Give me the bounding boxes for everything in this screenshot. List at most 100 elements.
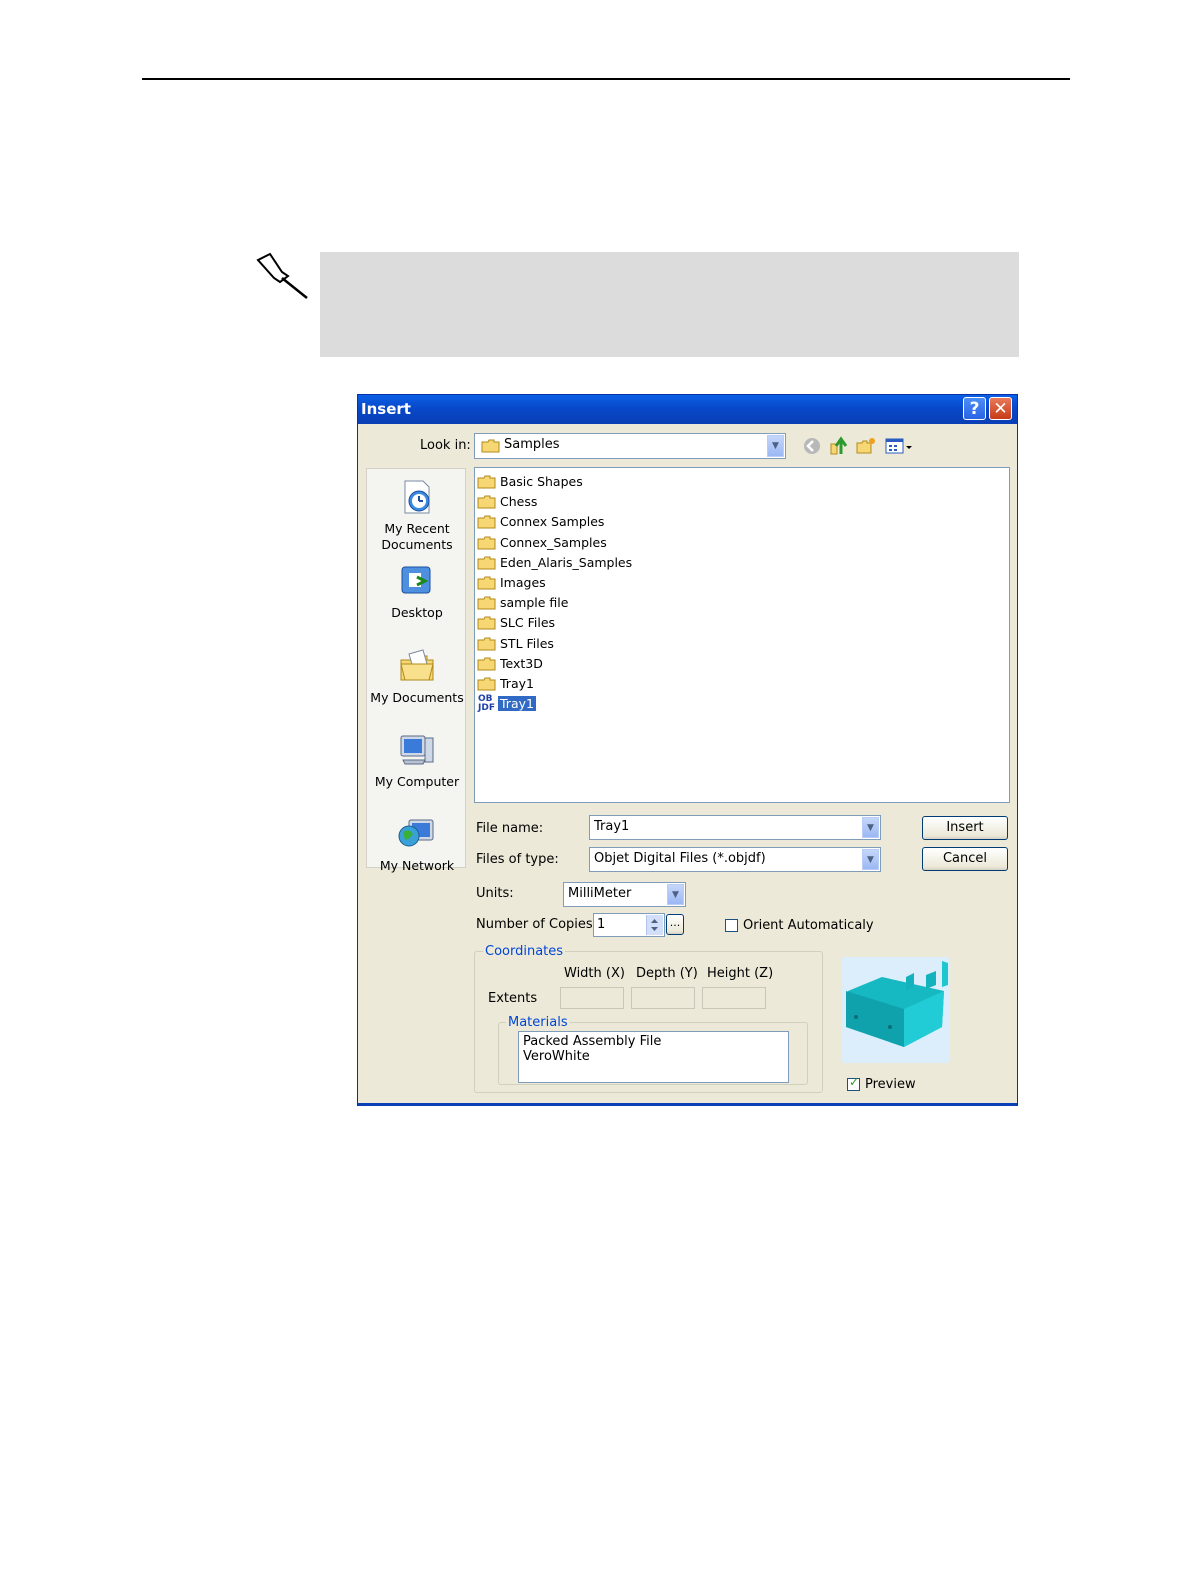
files-of-type-select[interactable]: Objet Digital Files (*.objdf) ▼	[589, 847, 881, 872]
cancel-button[interactable]: Cancel	[922, 847, 1008, 871]
place-label: My Documents	[370, 690, 464, 705]
place-my-recent-documents[interactable]: My Recent Documents	[367, 477, 467, 553]
close-button[interactable]: ✕	[989, 397, 1012, 420]
coordinates-title: Coordinates	[483, 944, 566, 959]
help-button[interactable]: ?	[963, 397, 986, 420]
desktop-icon	[401, 566, 431, 594]
file-name: STL Files	[500, 635, 554, 651]
folder-icon	[477, 596, 496, 610]
chevron-down-icon[interactable]: ▼	[767, 435, 784, 457]
place-label: My Computer	[374, 774, 460, 789]
place-my-computer[interactable]: My Computer	[367, 730, 467, 790]
dialog-bottom-edge	[358, 1103, 1017, 1106]
look-in-label: Look in:	[420, 438, 471, 453]
my-network-icon	[398, 819, 434, 847]
place-desktop[interactable]: Desktop	[367, 561, 467, 621]
folder-icon	[477, 657, 496, 671]
insert-button[interactable]: Insert	[922, 816, 1008, 840]
file-name: SLC Files	[500, 615, 556, 631]
chevron-down-icon[interactable]: ▼	[667, 884, 684, 905]
model-preview-icon	[846, 961, 948, 1047]
model-preview-image	[842, 957, 950, 1063]
folder-icon	[477, 677, 496, 691]
folder-icon	[477, 556, 496, 570]
place-label: Desktop	[391, 605, 443, 620]
copies-value: 1	[597, 917, 606, 932]
up-folder-icon[interactable]	[829, 436, 849, 456]
units-label: Units:	[476, 886, 514, 901]
file-list-item[interactable]: Images	[477, 574, 777, 592]
view-menu-icon[interactable]	[885, 436, 913, 456]
file-list-item[interactable]: Chess	[477, 493, 777, 511]
file-name-field[interactable]: Tray1 ▼	[589, 815, 881, 840]
pushpin-note-icon	[256, 252, 308, 299]
place-my-network[interactable]: My Network	[367, 814, 467, 874]
materials-title: Materials	[506, 1015, 570, 1030]
extent-depth-field	[631, 987, 695, 1009]
chevron-down-icon[interactable]: ▼	[862, 849, 879, 870]
look-in-select[interactable]: Samples ▼	[474, 433, 786, 459]
place-label: Documents	[381, 537, 453, 552]
folder-icon	[477, 576, 496, 590]
width-label: Width (X)	[564, 966, 625, 981]
place-my-documents[interactable]: My Documents	[367, 646, 467, 706]
file-list-item[interactable]: STL Files	[477, 635, 777, 653]
units-value: MilliMeter	[568, 886, 632, 901]
extent-height-field	[702, 987, 766, 1009]
material-item: VeroWhite	[523, 1049, 590, 1064]
extent-width-field	[560, 987, 624, 1009]
page-header-rule	[142, 78, 1070, 80]
material-item: Packed Assembly File	[523, 1034, 662, 1049]
dialog-titlebar[interactable]: Insert ? ✕	[358, 395, 1017, 424]
folder-icon	[477, 495, 496, 509]
file-list[interactable]: Basic Shapes Chess Connex Samples Connex_Sa…	[474, 467, 1010, 803]
folder-icon	[477, 616, 496, 630]
copies-more-button[interactable]: ...	[666, 914, 684, 935]
folder-icon	[477, 536, 496, 550]
new-folder-icon[interactable]	[856, 436, 876, 456]
objdf-file-icon: OB JDF	[478, 694, 495, 714]
folder-icon	[477, 515, 496, 529]
look-in-value: Samples	[504, 437, 560, 452]
file-list-item[interactable]: Eden_Alaris_Samples	[477, 554, 777, 572]
folder-icon	[481, 439, 500, 453]
chevron-down-icon[interactable]: ▼	[862, 817, 879, 838]
file-name: Text3D	[500, 655, 543, 671]
file-list-item[interactable]: SLC Files	[477, 614, 777, 632]
file-list-item[interactable]: Basic Shapes	[477, 473, 777, 491]
check-icon: ✓	[849, 1075, 860, 1089]
folder-icon	[477, 475, 496, 489]
files-of-type-value: Objet Digital Files (*.objdf)	[594, 851, 766, 866]
place-label: My Network	[379, 858, 455, 873]
file-list-item[interactable]: Connex_Samples	[477, 534, 777, 552]
units-select[interactable]: MilliMeter ▼	[563, 882, 686, 907]
orient-checkbox[interactable]	[725, 919, 738, 932]
depth-label: Depth (Y)	[636, 966, 698, 981]
places-bar: My Recent Documents Desktop My Documents	[366, 468, 467, 873]
file-list-item[interactable]: OB JDF Tray1	[477, 695, 777, 713]
file-name: Images	[500, 575, 546, 590]
files-of-type-label: Files of type:	[476, 852, 559, 867]
file-list-item[interactable]: Connex Samples	[477, 513, 777, 531]
file-list-item[interactable]: sample file	[477, 594, 777, 612]
materials-list[interactable]: Packed Assembly File VeroWhite	[518, 1031, 789, 1083]
place-label: My Recent	[384, 521, 450, 536]
spin-arrows-icon[interactable]	[646, 915, 663, 935]
file-name: Connex Samples	[500, 514, 605, 530]
note-box	[320, 252, 1019, 357]
copies-stepper[interactable]: 1	[593, 913, 665, 937]
back-icon[interactable]	[802, 436, 822, 456]
file-list-item[interactable]: Tray1	[477, 675, 777, 693]
file-name: sample file	[500, 595, 569, 611]
file-name-label: File name:	[476, 821, 544, 836]
file-name: Connex_Samples	[500, 534, 607, 550]
preview-checkbox[interactable]: ✓	[847, 1075, 860, 1091]
preview-label: Preview	[865, 1077, 916, 1092]
insert-dialog: Insert ? ✕ Look in: Samples ▼ My Recent …	[357, 394, 1018, 1106]
extents-label: Extents	[488, 991, 538, 1006]
file-list-item[interactable]: Text3D	[477, 655, 777, 673]
file-name: Chess	[500, 494, 538, 510]
my-documents-icon	[400, 649, 434, 681]
my-computer-icon	[400, 735, 434, 765]
copies-label: Number of Copies :	[476, 917, 602, 932]
